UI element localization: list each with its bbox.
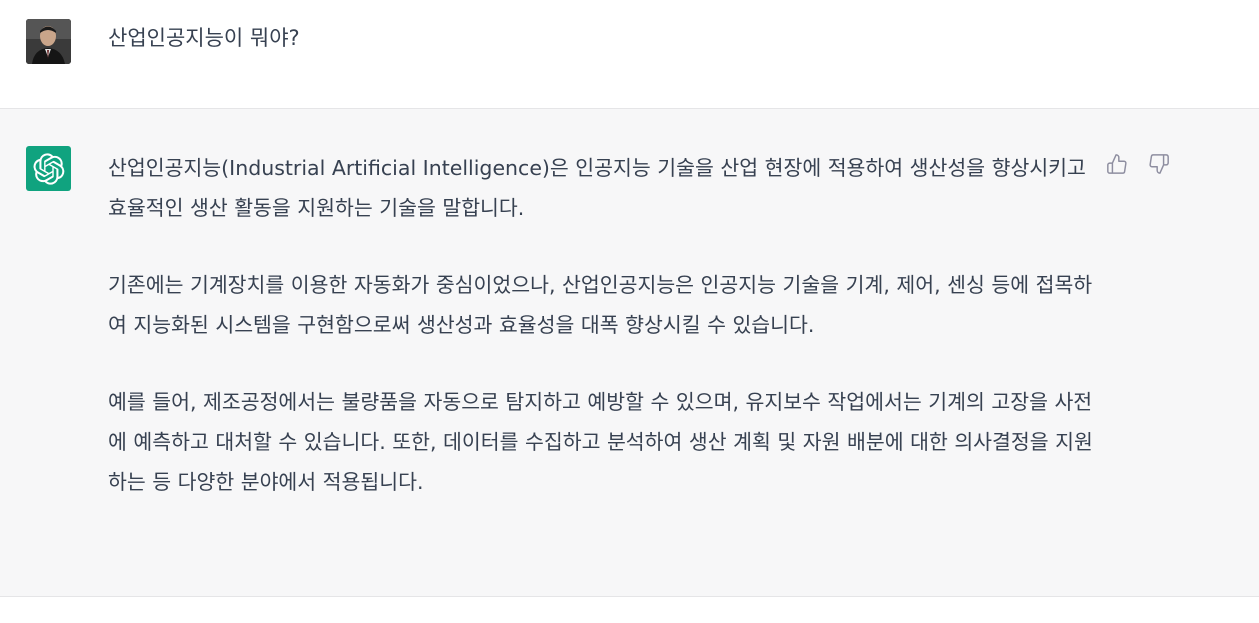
user-photo-icon — [26, 19, 71, 64]
user-message-text: 산업인공지능이 뭐야? — [108, 26, 300, 50]
thumbs-up-icon — [1107, 154, 1127, 174]
user-avatar — [26, 19, 71, 64]
thumbs-down-icon — [1149, 154, 1169, 174]
openai-logo-icon — [33, 152, 64, 185]
assistant-paragraph: 예를 들어, 제조공정에서는 불량품을 자동으로 탐지하고 예방할 수 있으며,… — [108, 390, 1093, 494]
chat-conversation: 산업인공지능이 뭐야? 산업인공지능(Industrial Artificial… — [0, 0, 1259, 623]
user-message-row — [0, 0, 1259, 109]
dislike-button[interactable] — [1145, 150, 1173, 178]
assistant-message-text: 산업인공지능(Industrial Artificial Intelligenc… — [108, 148, 1093, 539]
like-button[interactable] — [1103, 150, 1131, 178]
assistant-avatar — [26, 146, 71, 191]
assistant-paragraph: 산업인공지능(Industrial Artificial Intelligenc… — [108, 156, 1086, 220]
assistant-paragraph: 기존에는 기계장치를 이용한 자동화가 중심이었으나, 산업인공지능은 인공지능… — [108, 273, 1093, 337]
